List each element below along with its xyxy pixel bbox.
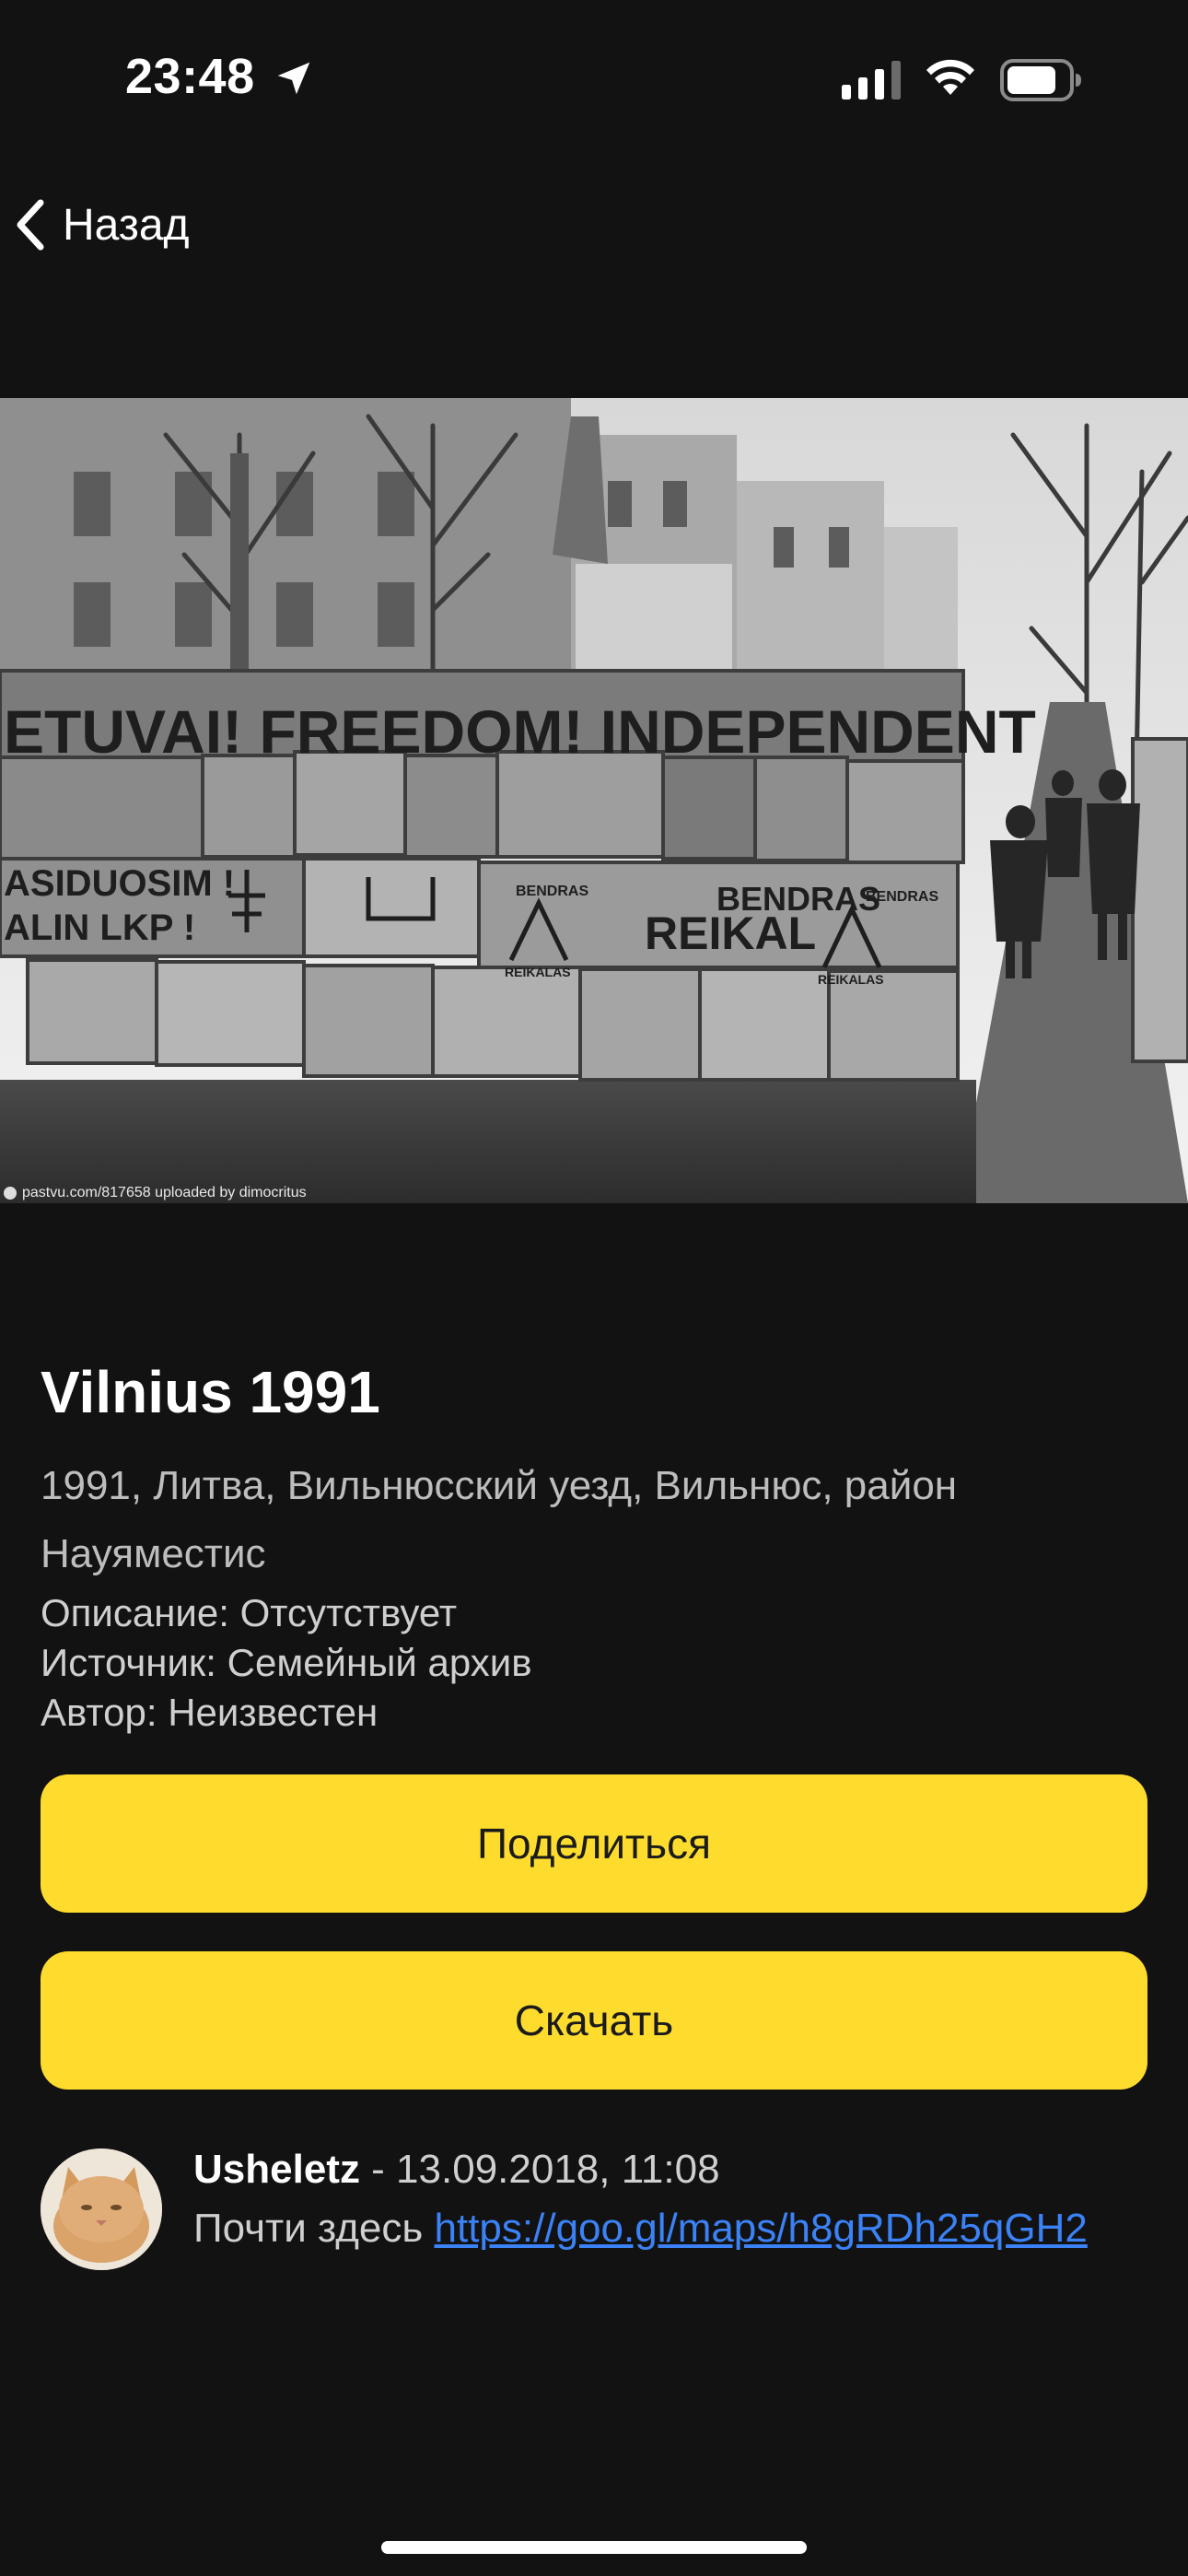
status-time: 23:48: [125, 49, 255, 104]
wall-text: REIKAL: [645, 907, 816, 959]
comment-username[interactable]: Usheletz: [193, 2147, 360, 2192]
back-label: Назад: [63, 200, 190, 250]
location-arrow-icon: [277, 62, 310, 95]
status-bar: 23:48: [0, 0, 1188, 157]
wifi-icon: [926, 59, 974, 95]
share-button[interactable]: Поделиться: [41, 1774, 1147, 1913]
wall-text: ALIN LKP !: [4, 907, 195, 948]
comment-text: Почти здесь: [193, 2206, 435, 2251]
cat-avatar-icon: [41, 2149, 162, 2270]
cellular-signal-icon: [842, 61, 901, 100]
download-button[interactable]: Скачать: [41, 1951, 1147, 2090]
photo-meta: Описание: Отсутствует Источник: Семейный…: [41, 1588, 532, 1738]
comment-link[interactable]: https://goo.gl/maps/h8gRDh25qGH2: [435, 2206, 1088, 2251]
photo-watermark: pastvu.com/817658 uploaded by dimocritus: [4, 1185, 307, 1201]
avatar[interactable]: [41, 2149, 162, 2270]
wall-text: ETUVAI! FREEDOM! INDEPENDENT: [4, 697, 1036, 766]
home-indicator[interactable]: [381, 2541, 807, 2554]
back-button[interactable]: Назад: [13, 190, 190, 260]
wall-text: BENDRAS: [516, 884, 588, 899]
photo-location: 1991, Литва, Вильнюсский уезд, Вильнюс, …: [41, 1463, 958, 1576]
watermark-text: pastvu.com/817658 uploaded by dimocritus: [22, 1185, 307, 1200]
photo-title: Vilnius 1991: [41, 1359, 380, 1425]
wall-text: BENDRAS: [866, 889, 938, 905]
photo-description: Описание: Отсутствует: [41, 1591, 458, 1634]
battery-icon: [1000, 59, 1081, 101]
comment-datetime: - 13.09.2018, 11:08: [359, 2147, 720, 2192]
wall-text: REIKALAS: [505, 965, 571, 979]
comment-header: Usheletz - 13.09.2018, 11:08: [193, 2147, 720, 2193]
wall-text: REIKALAS: [818, 972, 884, 987]
photo-source: Источник: Семейный архив: [41, 1641, 532, 1684]
wall-text: ASIDUOSIM !: [4, 863, 235, 904]
photo-author: Автор: Неизвестен: [41, 1691, 379, 1734]
chevron-left-icon: [17, 199, 44, 251]
photo-illustration: ETUVAI! FREEDOM! INDEPENDENT ASIDUOSIM !…: [0, 398, 1188, 1203]
camera-icon: [4, 1187, 17, 1200]
comment-body: Почти здесь https://goo.gl/maps/h8gRDh25…: [193, 2206, 1088, 2252]
historical-photo[interactable]: ETUVAI! FREEDOM! INDEPENDENT ASIDUOSIM !…: [0, 398, 1188, 1203]
